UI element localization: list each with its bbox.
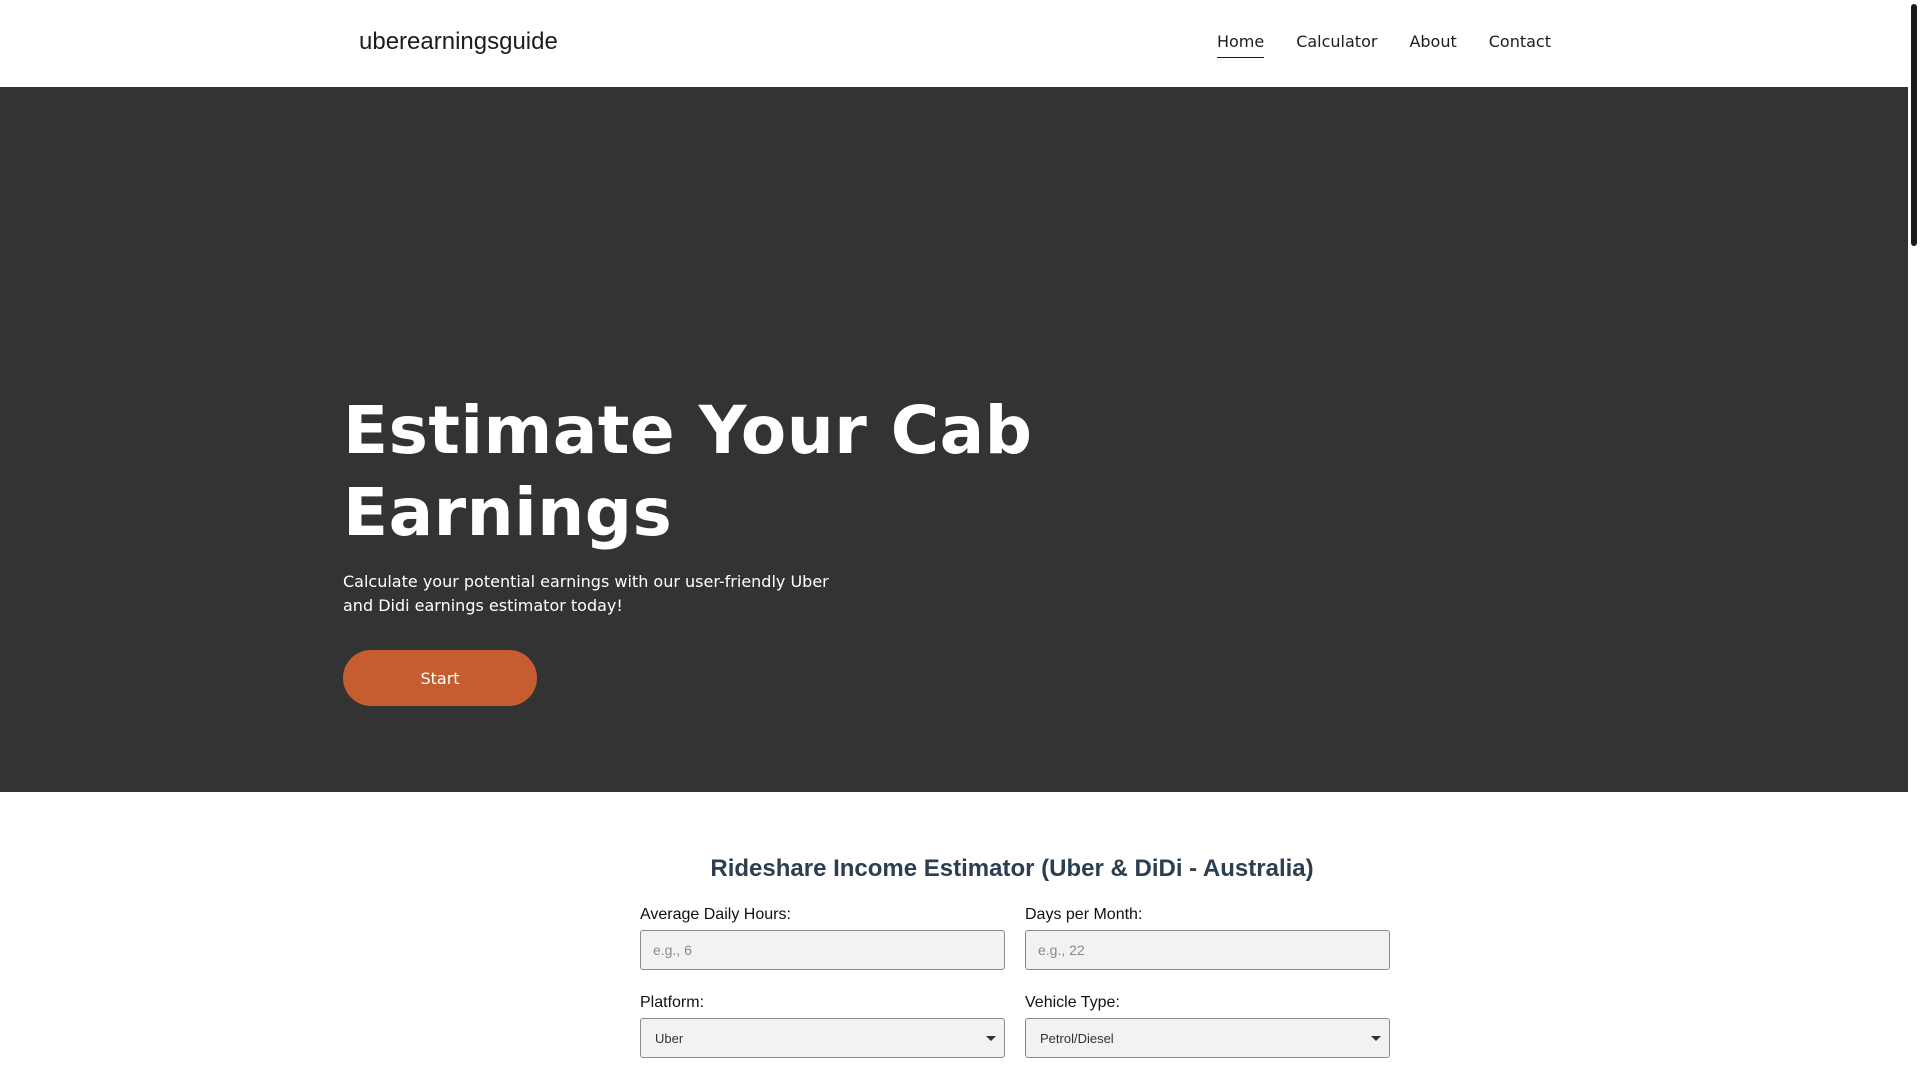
days-per-month-input[interactable] [1025, 930, 1390, 970]
vehicle-type-label: Vehicle Type: [1025, 994, 1120, 1011]
platform-field: Platform: Uber [640, 994, 1005, 1058]
hero-subtitle: Calculate your potential earnings with o… [343, 572, 829, 615]
vehicle-type-selected-value: Petrol/Diesel [1040, 1030, 1114, 1046]
nav-home[interactable]: Home [1216, 30, 1265, 58]
hero-section: Estimate Your Cab Earnings Calculate you… [0, 87, 1908, 792]
main-nav: Home Calculator About Contact [1216, 30, 1551, 58]
nav-about[interactable]: About [1409, 30, 1456, 58]
daily-hours-input[interactable] [640, 930, 1005, 970]
days-per-month-field: Days per Month: [1025, 906, 1390, 970]
scrollbar-thumb[interactable] [1911, 4, 1917, 246]
start-button[interactable]: Start [343, 650, 537, 706]
site-header: uberearningsguide Home Calculator About … [0, 0, 1908, 87]
nav-contact[interactable]: Contact [1489, 30, 1551, 58]
chevron-down-icon [1371, 1035, 1381, 1041]
days-per-month-label: Days per Month: [1025, 906, 1143, 923]
daily-hours-label: Average Daily Hours: [640, 906, 791, 923]
vehicle-type-field: Vehicle Type: Petrol/Diesel [1025, 994, 1390, 1058]
hero-title: Estimate Your Cab Earnings [343, 392, 1033, 551]
chevron-down-icon [986, 1035, 996, 1041]
vehicle-type-select[interactable]: Petrol/Diesel [1025, 1018, 1390, 1058]
platform-selected-value: Uber [655, 1030, 684, 1046]
platform-select[interactable]: Uber [640, 1018, 1005, 1058]
nav-calculator[interactable]: Calculator [1296, 30, 1377, 58]
site-logo[interactable]: uberearningsguide [359, 28, 558, 56]
calculator-title: Rideshare Income Estimator (Uber & DiDi … [710, 855, 1314, 882]
platform-label: Platform: [640, 994, 705, 1011]
daily-hours-field: Average Daily Hours: [640, 906, 1005, 970]
